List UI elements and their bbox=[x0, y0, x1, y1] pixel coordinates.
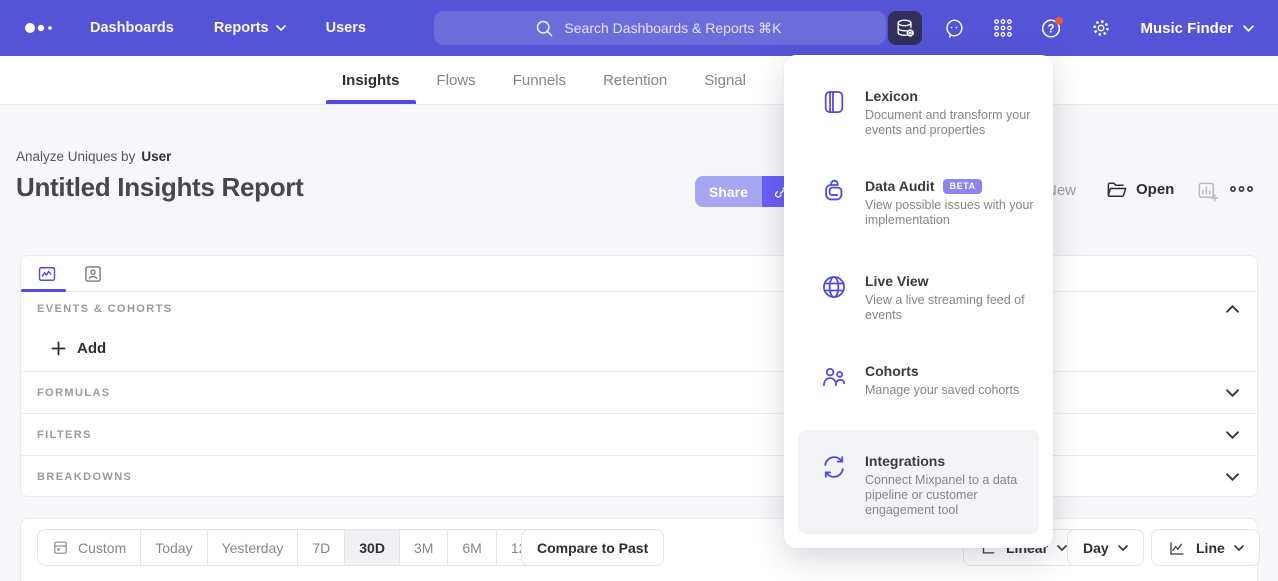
range-7d[interactable]: 7D bbox=[297, 530, 344, 565]
messages-button[interactable] bbox=[937, 11, 971, 45]
svg-text:?: ? bbox=[1048, 24, 1055, 36]
range-today[interactable]: Today bbox=[140, 530, 206, 565]
events-add-row: Add bbox=[21, 326, 1257, 372]
section-formulas[interactable]: FORMULAS bbox=[21, 372, 1257, 414]
top-icon-cluster: ? bbox=[888, 11, 1118, 45]
page-title[interactable]: Untitled Insights Report bbox=[16, 172, 303, 203]
tab-funnels[interactable]: Funnels bbox=[511, 56, 568, 104]
report-type-tabs: Insights Flows Funnels Retention Signal … bbox=[0, 56, 1278, 105]
search-input[interactable] bbox=[564, 20, 784, 36]
add-event-button[interactable]: Add bbox=[51, 340, 106, 357]
data-management-button[interactable] bbox=[888, 11, 922, 45]
global-search[interactable] bbox=[434, 11, 886, 45]
settings-button[interactable] bbox=[1084, 11, 1118, 45]
chevron-up-icon[interactable] bbox=[1226, 305, 1239, 313]
chevron-down-icon[interactable] bbox=[1226, 431, 1239, 439]
compare-to-past-button[interactable]: Compare to Past bbox=[521, 529, 664, 566]
builder-tabs bbox=[21, 256, 1257, 292]
project-name: Music Finder bbox=[1140, 20, 1233, 37]
section-events-cohorts[interactable]: EVENTS & COHORTS bbox=[21, 292, 1257, 326]
section-breakdowns[interactable]: BREAKDOWNS bbox=[21, 456, 1257, 498]
range-yesterday[interactable]: Yesterday bbox=[207, 530, 298, 565]
chart-controls-panel: Custom Today Yesterday 7D 30D 3M 6M 12M … bbox=[20, 518, 1258, 581]
primary-nav: Dashboards Reports Users bbox=[90, 20, 366, 36]
section-filters[interactable]: FILTERS bbox=[21, 414, 1257, 456]
sync-arrows-icon bbox=[820, 453, 848, 481]
range-30d[interactable]: 30D bbox=[344, 530, 399, 565]
open-report-button[interactable]: Open bbox=[1106, 180, 1174, 199]
chart-plus-icon bbox=[1196, 180, 1219, 203]
builder-tab-metrics[interactable] bbox=[33, 262, 61, 286]
range-3m[interactable]: 3M bbox=[399, 530, 447, 565]
query-builder-panel: EVENTS & COHORTS Add FORMULAS FILTERS BR… bbox=[20, 255, 1258, 497]
data-management-menu: Lexicon Document and transform your even… bbox=[784, 55, 1053, 548]
tab-flows[interactable]: Flows bbox=[435, 56, 478, 104]
question-circle-icon: ? bbox=[1040, 16, 1064, 40]
chevron-down-icon bbox=[1057, 545, 1067, 551]
lexicon-book-icon bbox=[820, 88, 848, 116]
analyze-subtitle: Analyze Uniques byUser bbox=[16, 149, 171, 164]
more-options-button[interactable] bbox=[1229, 184, 1254, 194]
chart-type-dropdown[interactable]: Line bbox=[1151, 529, 1260, 566]
project-switcher[interactable]: Music Finder bbox=[1140, 20, 1254, 37]
chevron-down-icon bbox=[276, 25, 286, 31]
apps-grid-button[interactable] bbox=[986, 11, 1020, 45]
menu-item-cohorts[interactable]: Cohorts Manage your saved cohorts bbox=[820, 363, 1035, 398]
search-icon bbox=[535, 19, 554, 38]
chevron-down-icon[interactable] bbox=[1226, 389, 1239, 397]
help-button[interactable]: ? bbox=[1035, 11, 1069, 45]
nav-users[interactable]: Users bbox=[326, 20, 366, 36]
menu-item-lexicon[interactable]: Lexicon Document and transform your even… bbox=[820, 88, 1035, 138]
calendar-icon bbox=[52, 539, 69, 556]
data-audit-icon bbox=[820, 178, 848, 206]
folder-icon bbox=[1106, 180, 1127, 199]
mixpanel-logo-icon[interactable] bbox=[24, 21, 60, 35]
top-navigation-bar: Dashboards Reports Users ? Music Finder bbox=[0, 0, 1278, 56]
cohorts-people-icon bbox=[820, 363, 848, 391]
ellipsis-icon bbox=[1229, 184, 1254, 194]
tab-insights[interactable]: Insights bbox=[340, 56, 402, 104]
range-custom[interactable]: Custom bbox=[38, 530, 140, 565]
plus-icon bbox=[51, 341, 66, 356]
chevron-down-icon bbox=[1243, 25, 1254, 32]
chevron-down-icon[interactable] bbox=[1226, 473, 1239, 481]
tab-retention[interactable]: Retention bbox=[601, 56, 669, 104]
analyze-entity[interactable]: User bbox=[141, 149, 171, 164]
menu-item-live-view[interactable]: Live View View a live streaming feed of … bbox=[820, 273, 1035, 323]
share-label[interactable]: Share bbox=[695, 176, 762, 207]
range-6m[interactable]: 6M bbox=[447, 530, 495, 565]
beta-badge: BETA bbox=[943, 179, 981, 194]
globe-icon bbox=[820, 273, 848, 301]
user-profile-tab-icon bbox=[83, 264, 103, 284]
tab-signal[interactable]: Signal bbox=[702, 56, 748, 104]
speech-bubble-icon bbox=[943, 17, 965, 39]
chevron-down-icon bbox=[1118, 545, 1128, 551]
database-gear-icon bbox=[894, 17, 916, 39]
nav-dashboards[interactable]: Dashboards bbox=[90, 20, 174, 36]
chevron-down-icon bbox=[1234, 545, 1244, 551]
menu-item-integrations[interactable]: Integrations Connect Mixpanel to a data … bbox=[820, 453, 1035, 518]
line-chart-icon bbox=[1167, 539, 1187, 557]
interval-dropdown[interactable]: Day bbox=[1067, 529, 1144, 566]
grid-dots-icon bbox=[992, 17, 1014, 39]
menu-item-data-audit[interactable]: Data AuditBETA View possible issues with… bbox=[820, 178, 1035, 228]
nav-reports[interactable]: Reports bbox=[214, 20, 286, 36]
add-to-board-button[interactable] bbox=[1196, 180, 1219, 203]
line-chart-tab-icon bbox=[36, 264, 58, 284]
date-range-control: Custom Today Yesterday 7D 30D 3M 6M 12M bbox=[37, 529, 553, 566]
builder-tab-users[interactable] bbox=[79, 262, 107, 286]
gear-icon bbox=[1090, 17, 1112, 39]
